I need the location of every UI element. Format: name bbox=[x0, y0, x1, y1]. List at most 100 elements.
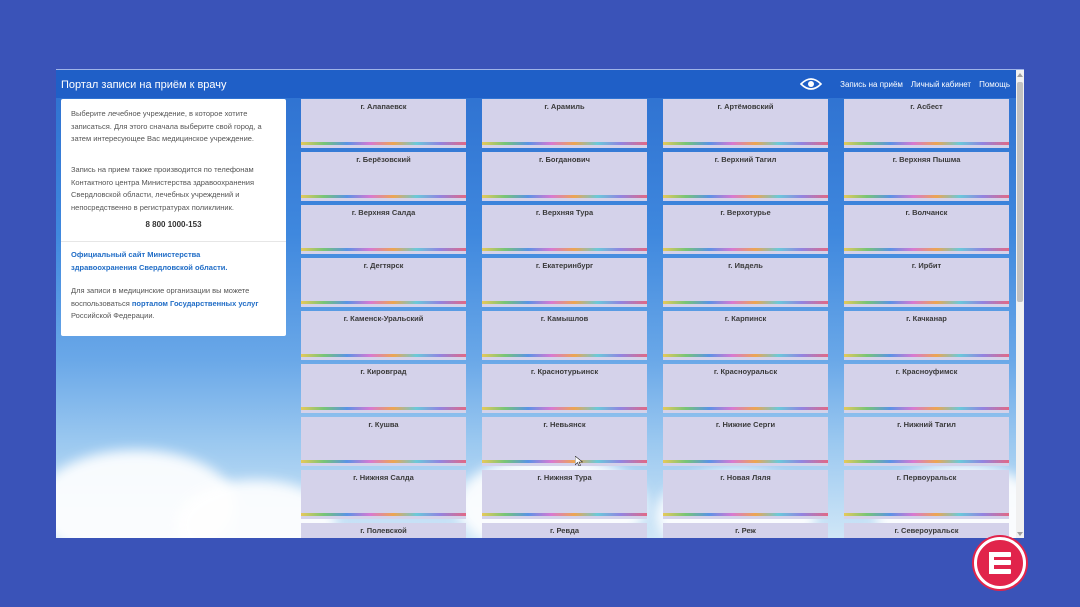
city-card[interactable]: г. Верхотурье bbox=[663, 205, 828, 254]
city-card[interactable]: г. Краснотурьинск bbox=[482, 364, 647, 413]
city-name: г. Дегтярск bbox=[363, 261, 404, 270]
city-card[interactable]: г. Дегтярск bbox=[301, 258, 466, 307]
city-card[interactable]: г. Кировград bbox=[301, 364, 466, 413]
card-stripe bbox=[663, 142, 828, 145]
city-card[interactable]: г. Кушва bbox=[301, 417, 466, 466]
city-card[interactable]: г. Каменск-Уральский bbox=[301, 311, 466, 360]
card-stripe bbox=[482, 460, 647, 463]
city-card[interactable]: г. Красноуфимск bbox=[844, 364, 1009, 413]
card-stripe bbox=[844, 142, 1009, 145]
nav-help[interactable]: Помощь bbox=[979, 80, 1010, 89]
phone-info-text: Запись на прием также производится по те… bbox=[71, 165, 255, 212]
city-card[interactable]: г. Верхняя Салда bbox=[301, 205, 466, 254]
gosuslugi-suffix: Российской Федерации. bbox=[71, 311, 155, 320]
city-name: г. Краснотурьинск bbox=[530, 367, 599, 376]
card-stripe bbox=[482, 407, 647, 410]
city-card[interactable]: г. Невьянск bbox=[482, 417, 647, 466]
city-name: г. Полевской bbox=[360, 526, 407, 535]
city-name: г. Карпинск bbox=[724, 314, 767, 323]
city-card[interactable]: г. Екатеринбург bbox=[482, 258, 647, 307]
card-stripe bbox=[301, 460, 466, 463]
city-card[interactable]: г. Камышлов bbox=[482, 311, 647, 360]
city-card[interactable]: г. Полевской bbox=[301, 523, 466, 538]
logo-stroke bbox=[989, 560, 1011, 565]
city-card[interactable]: г. Качканар bbox=[844, 311, 1009, 360]
city-card[interactable]: г. Красноуральск bbox=[663, 364, 828, 413]
city-card[interactable]: г. Волчанск bbox=[844, 205, 1009, 254]
city-name: г. Красноуральск bbox=[713, 367, 778, 376]
city-card[interactable]: г. Асбест bbox=[844, 99, 1009, 148]
city-name: г. Верхняя Салда bbox=[351, 208, 416, 217]
city-name: г. Первоуральск bbox=[896, 473, 957, 482]
card-stripe bbox=[663, 407, 828, 410]
city-name: г. Алапаевск bbox=[360, 102, 407, 111]
card-stripe bbox=[844, 354, 1009, 357]
card-stripe bbox=[844, 195, 1009, 198]
city-name: г. Волчанск bbox=[905, 208, 948, 217]
card-stripe bbox=[301, 195, 466, 198]
city-name: г. Ревда bbox=[549, 526, 580, 535]
browser-window: Портал записи на приём к врачу Запись на… bbox=[56, 69, 1024, 538]
city-card[interactable]: г. Ревда bbox=[482, 523, 647, 538]
card-stripe bbox=[663, 513, 828, 516]
card-stripe bbox=[844, 248, 1009, 251]
info-panel: Выберите лечебное учреждение, в которое … bbox=[61, 99, 286, 336]
city-card[interactable]: г. Карпинск bbox=[663, 311, 828, 360]
scrollbar-thumb[interactable] bbox=[1017, 82, 1023, 302]
city-card[interactable]: г. Артёмовский bbox=[663, 99, 828, 148]
city-card[interactable]: г. Североуральск bbox=[844, 523, 1009, 538]
city-card[interactable]: г. Нижняя Тура bbox=[482, 470, 647, 519]
card-stripe bbox=[301, 142, 466, 145]
city-card[interactable]: г. Алапаевск bbox=[301, 99, 466, 148]
nav-personal-account[interactable]: Личный кабинет bbox=[911, 80, 971, 89]
scrollbar[interactable] bbox=[1016, 70, 1024, 538]
city-name: г. Кушва bbox=[368, 420, 399, 429]
card-stripe bbox=[482, 195, 647, 198]
card-stripe bbox=[482, 301, 647, 304]
city-name: г. Каменск-Уральский bbox=[343, 314, 424, 323]
scroll-up-arrow-icon[interactable] bbox=[1017, 73, 1023, 77]
card-stripe bbox=[844, 301, 1009, 304]
gosuslugi-link[interactable]: порталом Государственных услуг bbox=[132, 299, 259, 308]
card-stripe bbox=[663, 354, 828, 357]
city-name: г. Верхотурье bbox=[720, 208, 771, 217]
card-stripe bbox=[301, 301, 466, 304]
card-stripe bbox=[482, 513, 647, 516]
city-name: г. Камышлов bbox=[540, 314, 589, 323]
city-name: г. Арамиль bbox=[544, 102, 585, 111]
city-card[interactable]: г. Нижний Тагил bbox=[844, 417, 1009, 466]
city-card[interactable]: г. Нижняя Салда bbox=[301, 470, 466, 519]
city-card[interactable]: г. Верхняя Пышма bbox=[844, 152, 1009, 201]
portal-title[interactable]: Портал записи на приём к врачу bbox=[61, 79, 227, 91]
card-stripe bbox=[482, 142, 647, 145]
city-card[interactable]: г. Ивдель bbox=[663, 258, 828, 307]
card-stripe bbox=[663, 248, 828, 251]
intro-text: Выберите лечебное учреждение, в которое … bbox=[71, 109, 262, 143]
city-name: г. Нижние Серги bbox=[715, 420, 776, 429]
city-card[interactable]: г. Верхняя Тура bbox=[482, 205, 647, 254]
city-name: г. Нижняя Тура bbox=[537, 473, 592, 482]
eye-icon[interactable] bbox=[800, 77, 822, 91]
city-card[interactable]: г. Берёзовский bbox=[301, 152, 466, 201]
city-card[interactable]: г. Верхний Тагил bbox=[663, 152, 828, 201]
nav-appointment[interactable]: Запись на приём bbox=[840, 80, 903, 89]
card-stripe bbox=[301, 248, 466, 251]
gosuslugi-text: Для записи в медицинские организации вы … bbox=[71, 285, 279, 323]
scroll-down-arrow-icon[interactable] bbox=[1017, 532, 1023, 536]
city-card[interactable]: г. Реж bbox=[663, 523, 828, 538]
city-name: г. Екатеринбург bbox=[535, 261, 594, 270]
city-card[interactable]: г. Богданович bbox=[482, 152, 647, 201]
city-name: г. Богданович bbox=[539, 155, 590, 164]
city-name: г. Нижняя Салда bbox=[353, 473, 414, 482]
city-name: г. Ирбит bbox=[911, 261, 942, 270]
city-name: г. Нижний Тагил bbox=[897, 420, 956, 429]
ministry-link[interactable]: Официальный сайт Министерства здравоохра… bbox=[71, 249, 261, 274]
city-name: г. Невьянск bbox=[543, 420, 586, 429]
city-card[interactable]: г. Арамиль bbox=[482, 99, 647, 148]
phone-number: 8 800 1000-153 bbox=[145, 220, 202, 229]
city-card[interactable]: г. Нижние Серги bbox=[663, 417, 828, 466]
city-card[interactable]: г. Первоуральск bbox=[844, 470, 1009, 519]
city-card[interactable]: г. Новая Ляля bbox=[663, 470, 828, 519]
city-card[interactable]: г. Ирбит bbox=[844, 258, 1009, 307]
city-name: г. Североуральск bbox=[894, 526, 959, 535]
